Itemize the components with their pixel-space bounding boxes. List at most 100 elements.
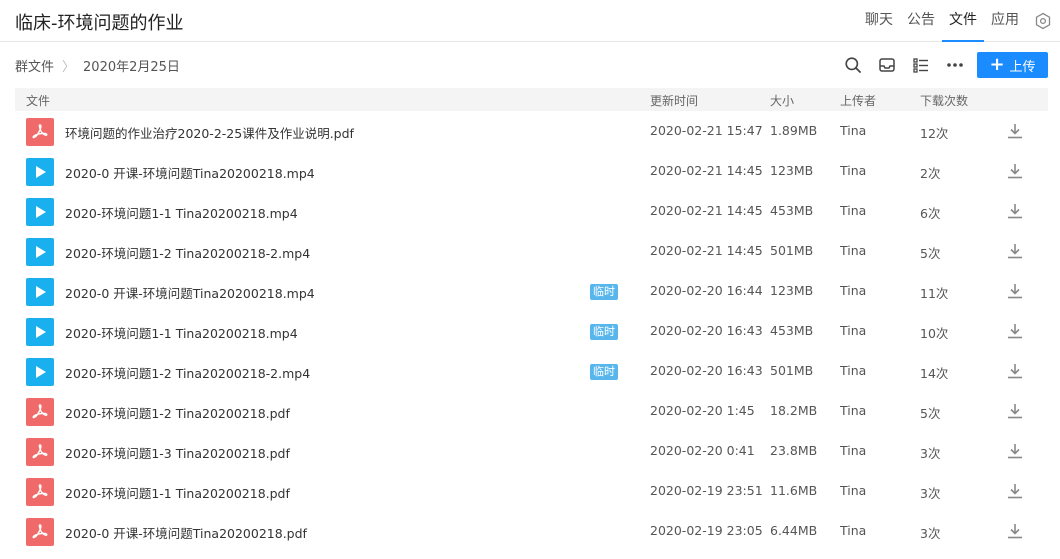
file-name[interactable]: 2020-0 开课-环境问题Tina20200218.mp4 — [65, 163, 315, 182]
file-updated-time: 2020-02-20 1:45 — [650, 403, 755, 418]
header-size[interactable]: 大小 — [770, 92, 794, 109]
download-icon[interactable] — [1005, 361, 1025, 381]
header-updated[interactable]: 更新时间 — [650, 92, 698, 109]
breadcrumb-root[interactable]: 群文件 — [15, 56, 54, 75]
inbox-icon[interactable] — [876, 54, 898, 76]
settings-hexagon-icon[interactable] — [1026, 0, 1060, 42]
download-icon[interactable] — [1005, 521, 1025, 541]
file-name[interactable]: 2020-环境问题1-1 Tina20200218.mp4 — [65, 203, 298, 222]
video-file-icon — [26, 358, 54, 386]
pdf-file-icon — [26, 518, 54, 546]
download-icon[interactable] — [1005, 201, 1025, 221]
group-title: 临床-环境问题的作业 — [15, 13, 184, 34]
table-row[interactable]: 2020-环境问题1-2 Tina20200218-2.mp4 2020-02-2… — [15, 231, 1048, 271]
table-row[interactable]: 2020-0 开课-环境问题Tina20200218.pdf 2020-02-19… — [15, 511, 1048, 551]
file-size: 6.44MB — [770, 523, 818, 538]
file-uploader: Tina — [840, 283, 867, 298]
video-file-icon — [26, 278, 54, 306]
file-name[interactable]: 2020-0 开课-环境问题Tina20200218.pdf — [65, 523, 307, 542]
file-name[interactable]: 2020-环境问题1-2 Tina20200218-2.mp4 — [65, 363, 310, 382]
file-size: 501MB — [770, 363, 814, 378]
top-nav: 聊天 公告 文件 应用 — [858, 0, 1060, 42]
file-name[interactable]: 2020-环境问题1-1 Tina20200218.mp4 — [65, 323, 298, 342]
table-row[interactable]: 2020-环境问题1-2 Tina20200218-2.mp4 临时 2020-02… — [15, 351, 1048, 391]
table-header: 文件 更新时间 大小 上传者 下载次数 — [15, 88, 1048, 111]
file-uploader: Tina — [840, 163, 867, 178]
file-updated-time: 2020-02-20 0:41 — [650, 443, 755, 458]
file-download-count: 3次 — [920, 446, 941, 461]
header-file[interactable]: 文件 — [26, 92, 50, 109]
table-row[interactable]: 2020-环境问题1-2 Tina20200218.pdf 2020-02-20 … — [15, 391, 1048, 431]
search-icon[interactable] — [842, 54, 864, 76]
toolbar: 群文件 〉 2020年2月25日 + 上传 — [0, 42, 1060, 88]
file-updated-time: 2020-02-21 14:45 — [650, 203, 763, 218]
breadcrumb: 群文件 〉 2020年2月25日 — [15, 56, 180, 75]
file-name[interactable]: 2020-环境问题1-1 Tina20200218.pdf — [65, 483, 290, 502]
file-name[interactable]: 环境问题的作业治疗2020-2-25课件及作业说明.pdf — [65, 123, 354, 142]
file-updated-time: 2020-02-19 23:05 — [650, 523, 763, 538]
breadcrumb-chevron-icon: 〉 — [62, 60, 76, 75]
file-size: 11.6MB — [770, 483, 818, 498]
file-download-count: 5次 — [920, 246, 941, 261]
header-downloads[interactable]: 下载次数 — [920, 92, 968, 109]
breadcrumb-current: 2020年2月25日 — [83, 60, 180, 75]
file-table: 文件 更新时间 大小 上传者 下载次数 环境问题的作业治疗2020-2-25课件… — [15, 88, 1048, 551]
video-file-icon — [26, 158, 54, 186]
table-row[interactable]: 2020-0 开课-环境问题Tina20200218.mp4 2020-02-21… — [15, 151, 1048, 191]
tab-files[interactable]: 文件 — [942, 0, 984, 42]
plus-icon: + — [989, 54, 1005, 75]
table-body: 环境问题的作业治疗2020-2-25课件及作业说明.pdf 2020-02-21 … — [15, 111, 1048, 551]
upload-button[interactable]: + 上传 — [977, 52, 1048, 78]
download-icon[interactable] — [1005, 441, 1025, 461]
file-uploader: Tina — [840, 403, 867, 418]
file-download-count: 3次 — [920, 526, 941, 541]
table-row[interactable]: 2020-环境问题1-1 Tina20200218.pdf 2020-02-19 … — [15, 471, 1048, 511]
file-download-count: 3次 — [920, 486, 941, 501]
download-icon[interactable] — [1005, 481, 1025, 501]
table-row[interactable]: 2020-环境问题1-1 Tina20200218.mp4 2020-02-21 … — [15, 191, 1048, 231]
file-size: 18.2MB — [770, 403, 818, 418]
tab-apps[interactable]: 应用 — [984, 0, 1026, 42]
header: 临床-环境问题的作业 聊天 公告 文件 应用 — [0, 0, 1060, 42]
header-uploader[interactable]: 上传者 — [840, 92, 876, 109]
file-updated-time: 2020-02-19 23:51 — [650, 483, 763, 498]
file-name[interactable]: 2020-0 开课-环境问题Tina20200218.mp4 — [65, 283, 315, 302]
file-download-count: 6次 — [920, 206, 941, 221]
file-name[interactable]: 2020-环境问题1-2 Tina20200218.pdf — [65, 403, 290, 422]
table-row[interactable]: 环境问题的作业治疗2020-2-25课件及作业说明.pdf 2020-02-21 … — [15, 111, 1048, 151]
temporary-badge: 临时 — [590, 364, 618, 380]
more-icon[interactable] — [944, 54, 966, 76]
pdf-file-icon — [26, 118, 54, 146]
table-row[interactable]: 2020-环境问题1-1 Tina20200218.mp4 临时 2020-02-2… — [15, 311, 1048, 351]
file-uploader: Tina — [840, 483, 867, 498]
file-size: 123MB — [770, 163, 814, 178]
download-icon[interactable] — [1005, 121, 1025, 141]
table-row[interactable]: 2020-0 开课-环境问题Tina20200218.mp4 临时 2020-02-… — [15, 271, 1048, 311]
download-icon[interactable] — [1005, 281, 1025, 301]
file-updated-time: 2020-02-21 15:47 — [650, 123, 763, 138]
file-name[interactable]: 2020-环境问题1-2 Tina20200218-2.mp4 — [65, 243, 310, 262]
file-size: 23.8MB — [770, 443, 818, 458]
file-name[interactable]: 2020-环境问题1-3 Tina20200218.pdf — [65, 443, 290, 462]
table-row[interactable]: 2020-环境问题1-3 Tina20200218.pdf 2020-02-20 … — [15, 431, 1048, 471]
pdf-file-icon — [26, 398, 54, 426]
download-icon[interactable] — [1005, 401, 1025, 421]
download-icon[interactable] — [1005, 321, 1025, 341]
video-file-icon — [26, 198, 54, 226]
file-download-count: 11次 — [920, 286, 949, 301]
temporary-badge: 临时 — [590, 324, 618, 340]
file-uploader: Tina — [840, 363, 867, 378]
file-download-count: 2次 — [920, 166, 941, 181]
file-uploader: Tina — [840, 523, 867, 538]
download-icon[interactable] — [1005, 241, 1025, 261]
tab-chat[interactable]: 聊天 — [858, 0, 900, 42]
file-uploader: Tina — [840, 323, 867, 338]
download-icon[interactable] — [1005, 161, 1025, 181]
video-file-icon — [26, 318, 54, 346]
tab-announcements[interactable]: 公告 — [900, 0, 942, 42]
list-view-icon[interactable] — [910, 54, 932, 76]
pdf-file-icon — [26, 478, 54, 506]
file-size: 501MB — [770, 243, 814, 258]
file-download-count: 12次 — [920, 126, 949, 141]
file-size: 453MB — [770, 203, 814, 218]
